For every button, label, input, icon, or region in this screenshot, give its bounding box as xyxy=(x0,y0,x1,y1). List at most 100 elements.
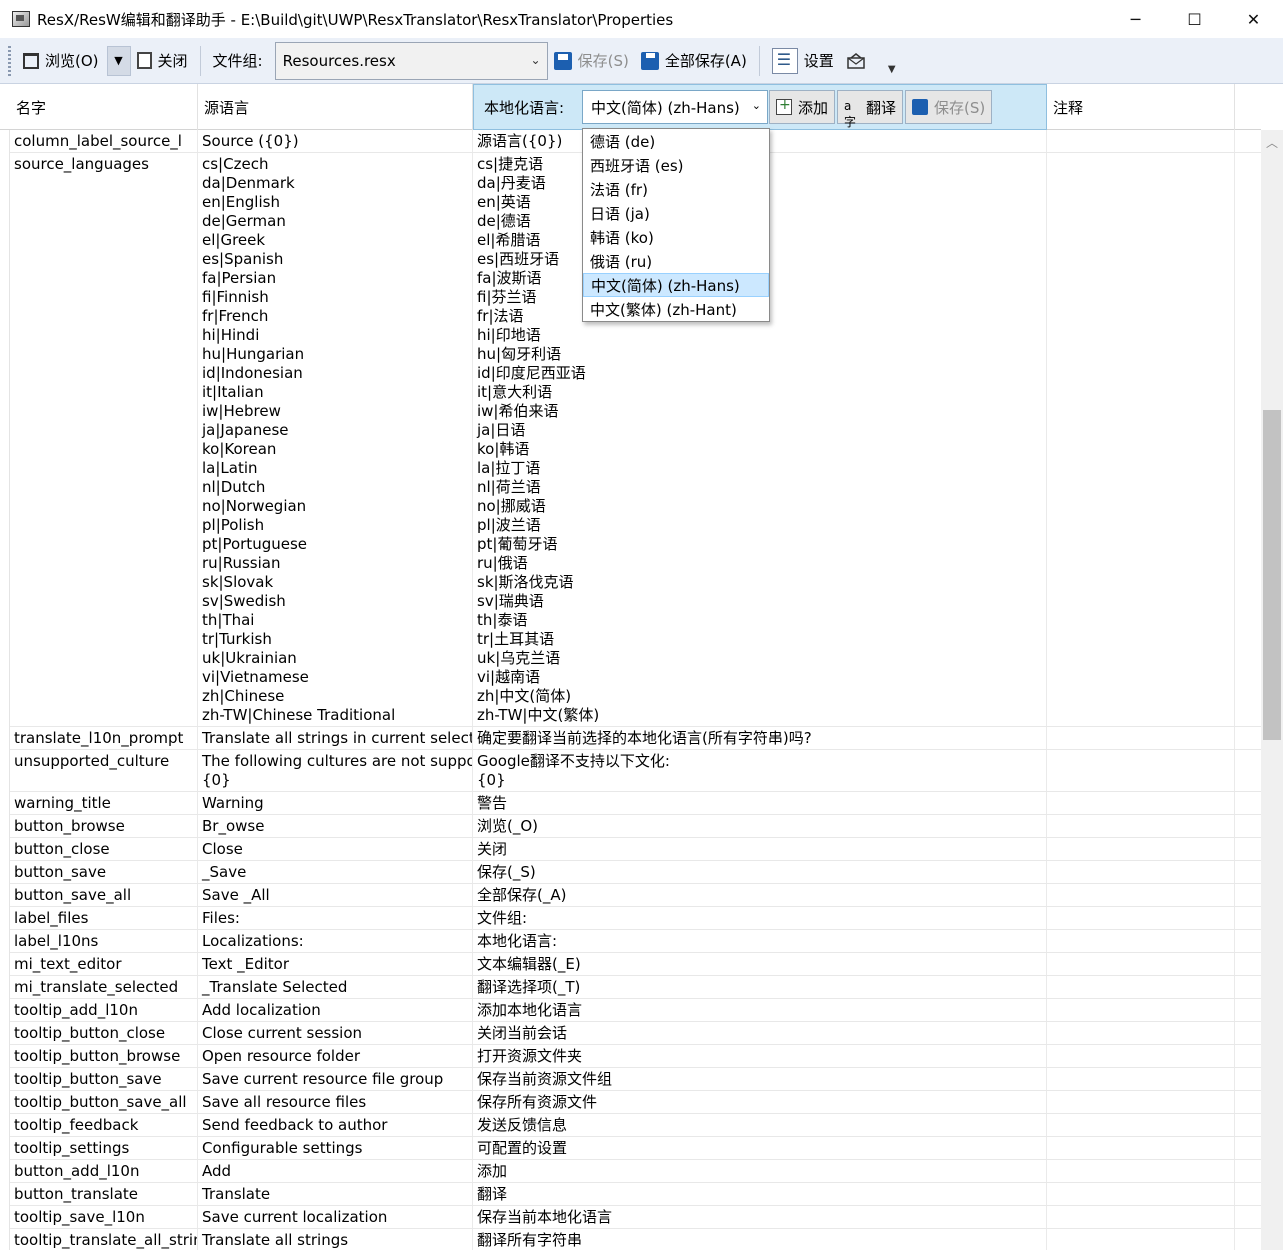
row-source-cell[interactable]: Open resource folder xyxy=(198,1045,473,1067)
row-name-cell[interactable]: tooltip_button_browse xyxy=(10,1045,198,1067)
table-row[interactable]: button_save _Save 保存(_S) xyxy=(10,861,1261,884)
column-header-name[interactable]: 名字 xyxy=(10,84,198,130)
table-row[interactable]: label_l10ns Localizations: 本地化语言: xyxy=(10,930,1261,953)
dropdown-option[interactable]: 俄语 (ru) xyxy=(583,249,769,273)
row-notes-cell[interactable] xyxy=(1047,953,1235,975)
row-l10n-cell[interactable]: 保存当前本地化语言 xyxy=(473,1206,1047,1228)
minimize-button[interactable]: ─ xyxy=(1106,0,1165,38)
table-row[interactable]: translate_l10n_prompt Translate all strin… xyxy=(10,727,1261,750)
row-name-cell[interactable]: mi_translate_selected xyxy=(10,976,198,998)
l10n-language-combobox[interactable]: 中文(简体) (zh-Hans) ⌄ xyxy=(582,90,768,124)
row-l10n-cell[interactable]: 发送反馈信息 xyxy=(473,1114,1047,1136)
row-source-cell[interactable]: Save _All xyxy=(198,884,473,906)
table-row[interactable]: tooltip_button_save Save current resource… xyxy=(10,1068,1261,1091)
row-name-cell[interactable]: button_close xyxy=(10,838,198,860)
row-name-cell[interactable]: tooltip_settings xyxy=(10,1137,198,1159)
table-row[interactable]: tooltip_save_l10n Save current localizati… xyxy=(10,1206,1261,1229)
row-name-cell[interactable]: button_add_l10n xyxy=(10,1160,198,1182)
save-button[interactable]: 保存(S) xyxy=(548,45,635,77)
column-header-source[interactable]: 源语言 xyxy=(198,84,473,130)
row-name-cell[interactable]: source_languages xyxy=(10,153,198,726)
row-notes-cell[interactable] xyxy=(1047,976,1235,998)
table-row[interactable]: tooltip_button_save_all Save all resource… xyxy=(10,1091,1261,1114)
row-l10n-cell[interactable]: 翻译选择项(_T) xyxy=(473,976,1047,998)
browse-dropdown-button[interactable]: ▼ xyxy=(106,45,131,76)
table-row[interactable]: button_save_all Save _All 全部保存(_A) xyxy=(10,884,1261,907)
add-l10n-button[interactable]: 添加 xyxy=(769,90,836,124)
row-name-cell[interactable]: button_save xyxy=(10,861,198,883)
table-row[interactable]: button_translate Translate 翻译 xyxy=(10,1183,1261,1206)
table-row[interactable]: button_browse Br_owse 浏览(_O) xyxy=(10,815,1261,838)
vertical-scrollbar[interactable]: ︿ xyxy=(1261,130,1283,1250)
row-source-cell[interactable]: Send feedback to author xyxy=(198,1114,473,1136)
row-source-cell[interactable]: Localizations: xyxy=(198,930,473,952)
table-row[interactable]: tooltip_translate_all_strin Translate all… xyxy=(10,1229,1261,1250)
row-l10n-cell[interactable]: 关闭当前会话 xyxy=(473,1022,1047,1044)
maximize-button[interactable]: ☐ xyxy=(1165,0,1224,38)
row-source-cell[interactable]: Translate all strings xyxy=(198,1229,473,1250)
table-row[interactable]: mi_text_editor Text _Editor 文本编辑器(_E) xyxy=(10,953,1261,976)
save-l10n-button[interactable]: 保存(S) xyxy=(905,90,993,124)
row-name-cell[interactable]: tooltip_button_save xyxy=(10,1068,198,1090)
table-row[interactable]: tooltip_feedback Send feedback to author 发… xyxy=(10,1114,1261,1137)
row-name-cell[interactable]: unsupported_culture xyxy=(10,750,198,791)
row-name-cell[interactable]: warning_title xyxy=(10,792,198,814)
close-session-button[interactable]: 关闭 xyxy=(131,45,194,77)
row-notes-cell[interactable] xyxy=(1047,153,1235,726)
table-row[interactable]: button_close Close 关闭 xyxy=(10,838,1261,861)
table-row[interactable]: button_add_l10n Add 添加 xyxy=(10,1160,1261,1183)
row-notes-cell[interactable] xyxy=(1047,1045,1235,1067)
row-notes-cell[interactable] xyxy=(1047,999,1235,1021)
table-row[interactable]: label_files Files: 文件组: xyxy=(10,907,1261,930)
row-name-cell[interactable]: button_save_all xyxy=(10,884,198,906)
row-source-cell[interactable]: Close current session xyxy=(198,1022,473,1044)
row-source-cell[interactable]: The following cultures are not suppor {0… xyxy=(198,750,473,791)
row-l10n-cell[interactable]: 添加 xyxy=(473,1160,1047,1182)
scrollbar-thumb[interactable] xyxy=(1263,410,1281,740)
browse-button[interactable]: 浏览(O) xyxy=(17,45,105,77)
table-row[interactable]: tooltip_button_browse Open resource folde… xyxy=(10,1045,1261,1068)
row-source-cell[interactable]: Save current localization xyxy=(198,1206,473,1228)
table-row[interactable]: unsupported_culture The following culture… xyxy=(10,750,1261,792)
row-name-cell[interactable]: label_l10ns xyxy=(10,930,198,952)
table-row[interactable]: tooltip_button_close Close current sessio… xyxy=(10,1022,1261,1045)
row-source-cell[interactable]: Add localization xyxy=(198,999,473,1021)
row-notes-cell[interactable] xyxy=(1047,750,1235,791)
row-l10n-cell[interactable]: 文本编辑器(_E) xyxy=(473,953,1047,975)
dropdown-option[interactable]: 中文(繁体) (zh-Hant) xyxy=(583,297,769,321)
table-row[interactable]: mi_translate_selected _Translate Selected… xyxy=(10,976,1261,999)
row-notes-cell[interactable] xyxy=(1047,130,1235,152)
row-notes-cell[interactable] xyxy=(1047,907,1235,929)
row-source-cell[interactable]: Translate xyxy=(198,1183,473,1205)
row-l10n-cell[interactable]: 确定要翻译当前选择的本地化语言(所有字符串)吗? xyxy=(473,727,1047,749)
row-notes-cell[interactable] xyxy=(1047,1160,1235,1182)
row-notes-cell[interactable] xyxy=(1047,1091,1235,1113)
column-header-notes[interactable]: 注释 xyxy=(1047,84,1235,130)
row-source-cell[interactable]: Br_owse xyxy=(198,815,473,837)
row-l10n-cell[interactable]: 可配置的设置 xyxy=(473,1137,1047,1159)
settings-button[interactable]: 设置 xyxy=(766,45,840,77)
row-source-cell[interactable]: Warning xyxy=(198,792,473,814)
row-name-cell[interactable]: button_translate xyxy=(10,1183,198,1205)
dropdown-option[interactable]: 韩语 (ko) xyxy=(583,225,769,249)
row-l10n-cell[interactable]: 翻译所有字符串 xyxy=(473,1229,1047,1250)
row-name-cell[interactable]: tooltip_button_save_all xyxy=(10,1091,198,1113)
close-window-button[interactable]: ✕ xyxy=(1224,0,1283,38)
row-notes-cell[interactable] xyxy=(1047,930,1235,952)
row-l10n-cell[interactable]: 警告 xyxy=(473,792,1047,814)
row-notes-cell[interactable] xyxy=(1047,815,1235,837)
row-notes-cell[interactable] xyxy=(1047,727,1235,749)
row-l10n-cell[interactable]: 打开资源文件夹 xyxy=(473,1045,1047,1067)
row-notes-cell[interactable] xyxy=(1047,1206,1235,1228)
dropdown-option[interactable]: 日语 (ja) xyxy=(583,201,769,225)
row-name-cell[interactable]: translate_l10n_prompt xyxy=(10,727,198,749)
row-source-cell[interactable]: Configurable settings xyxy=(198,1137,473,1159)
row-notes-cell[interactable] xyxy=(1047,1068,1235,1090)
save-all-button[interactable]: 全部保存(A) xyxy=(635,45,753,77)
row-notes-cell[interactable] xyxy=(1047,1114,1235,1136)
scroll-up-icon[interactable]: ︿ xyxy=(1266,134,1278,151)
row-l10n-cell[interactable]: 全部保存(_A) xyxy=(473,884,1047,906)
row-source-cell[interactable]: Close xyxy=(198,838,473,860)
row-l10n-cell[interactable]: 本地化语言: xyxy=(473,930,1047,952)
row-name-cell[interactable]: label_files xyxy=(10,907,198,929)
